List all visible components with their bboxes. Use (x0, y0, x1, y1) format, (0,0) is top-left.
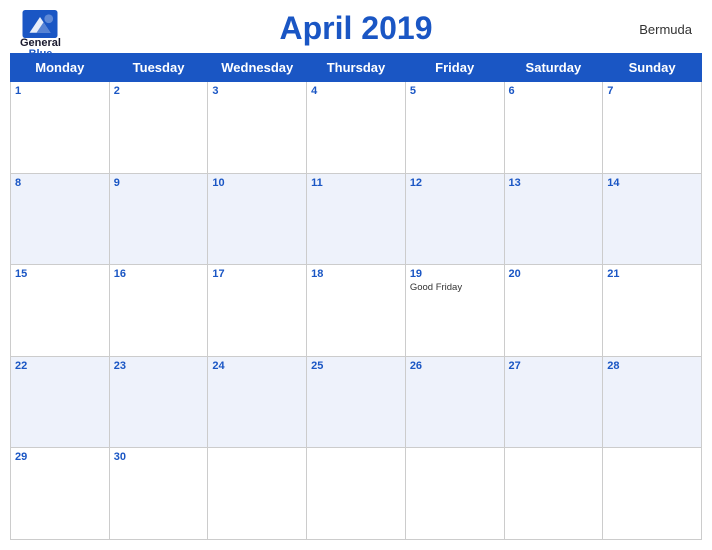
logo-blue-text: Blue (29, 49, 53, 60)
day-number: 30 (114, 451, 204, 463)
day-number: 23 (114, 360, 204, 372)
calendar-cell: 11 (307, 173, 406, 265)
calendar-week-row: 15 16 17 18 19 Good Friday 20 21 (11, 265, 702, 357)
region-label: Bermuda (639, 22, 692, 37)
calendar-cell: 25 (307, 356, 406, 448)
calendar-cell: 5 (405, 82, 504, 174)
calendar-cell: 23 (109, 356, 208, 448)
day-number: 7 (607, 85, 697, 97)
day-number: 16 (114, 268, 204, 280)
day-number: 19 (410, 268, 500, 280)
day-number: 22 (15, 360, 105, 372)
day-number: 27 (509, 360, 599, 372)
col-saturday: Saturday (504, 54, 603, 82)
calendar-cell: 19 Good Friday (405, 265, 504, 357)
calendar-week-row: 1234567 (11, 82, 702, 174)
day-number: 20 (509, 268, 599, 280)
calendar-cell: 29 (11, 448, 110, 540)
title-area: April 2019 (280, 10, 433, 47)
day-number: 18 (311, 268, 401, 280)
day-number: 6 (509, 85, 599, 97)
day-number: 25 (311, 360, 401, 372)
day-number: 17 (212, 268, 302, 280)
calendar-cell: 21 (603, 265, 702, 357)
calendar-cell: 24 (208, 356, 307, 448)
day-number: 9 (114, 177, 204, 189)
day-number: 8 (15, 177, 105, 189)
day-number: 2 (114, 85, 204, 97)
calendar-cell: 12 (405, 173, 504, 265)
calendar-cell: 30 (109, 448, 208, 540)
day-number: 14 (607, 177, 697, 189)
col-friday: Friday (405, 54, 504, 82)
calendar-title: April 2019 (280, 10, 433, 47)
calendar-cell: 27 (504, 356, 603, 448)
day-number: 29 (15, 451, 105, 463)
day-number: 12 (410, 177, 500, 189)
calendar-cell: 14 (603, 173, 702, 265)
day-number: 5 (410, 85, 500, 97)
calendar-page: General Blue April 2019 Bermuda Monday T… (0, 0, 712, 550)
logo: General Blue (20, 10, 61, 60)
calendar-cell: 13 (504, 173, 603, 265)
col-thursday: Thursday (307, 54, 406, 82)
calendar-cell: 26 (405, 356, 504, 448)
day-number: 24 (212, 360, 302, 372)
calendar-table: Monday Tuesday Wednesday Thursday Friday… (10, 53, 702, 540)
calendar-cell: 3 (208, 82, 307, 174)
calendar-cell (307, 448, 406, 540)
calendar-cell: 28 (603, 356, 702, 448)
calendar-cell: 7 (603, 82, 702, 174)
day-event: Good Friday (410, 282, 500, 293)
calendar-cell: 4 (307, 82, 406, 174)
day-number: 3 (212, 85, 302, 97)
calendar-week-row: 22 23 24 25 26 27 28 (11, 356, 702, 448)
day-number: 10 (212, 177, 302, 189)
calendar-cell (603, 448, 702, 540)
calendar-cell: 6 (504, 82, 603, 174)
day-number: 26 (410, 360, 500, 372)
calendar-cell (504, 448, 603, 540)
day-number: 13 (509, 177, 599, 189)
calendar-cell (208, 448, 307, 540)
day-number: 4 (311, 85, 401, 97)
calendar-cell (405, 448, 504, 540)
calendar-container: Monday Tuesday Wednesday Thursday Friday… (0, 53, 712, 550)
calendar-cell: 9 (109, 173, 208, 265)
calendar-cell: 8 (11, 173, 110, 265)
day-number: 15 (15, 268, 105, 280)
calendar-week-row: 29 30 (11, 448, 702, 540)
calendar-cell: 18 (307, 265, 406, 357)
calendar-cell: 1 (11, 82, 110, 174)
header: General Blue April 2019 Bermuda (0, 0, 712, 53)
day-number: 1 (15, 85, 105, 97)
calendar-cell: 17 (208, 265, 307, 357)
days-header-row: Monday Tuesday Wednesday Thursday Friday… (11, 54, 702, 82)
col-sunday: Sunday (603, 54, 702, 82)
calendar-cell: 20 (504, 265, 603, 357)
calendar-cell: 2 (109, 82, 208, 174)
calendar-cell: 16 (109, 265, 208, 357)
day-number: 21 (607, 268, 697, 280)
calendar-cell: 10 (208, 173, 307, 265)
col-tuesday: Tuesday (109, 54, 208, 82)
day-number: 11 (311, 177, 401, 189)
logo-icon (22, 10, 58, 38)
calendar-cell: 15 (11, 265, 110, 357)
col-wednesday: Wednesday (208, 54, 307, 82)
calendar-cell: 22 (11, 356, 110, 448)
day-number: 28 (607, 360, 697, 372)
calendar-week-row: 89 10 11 12 13 14 (11, 173, 702, 265)
